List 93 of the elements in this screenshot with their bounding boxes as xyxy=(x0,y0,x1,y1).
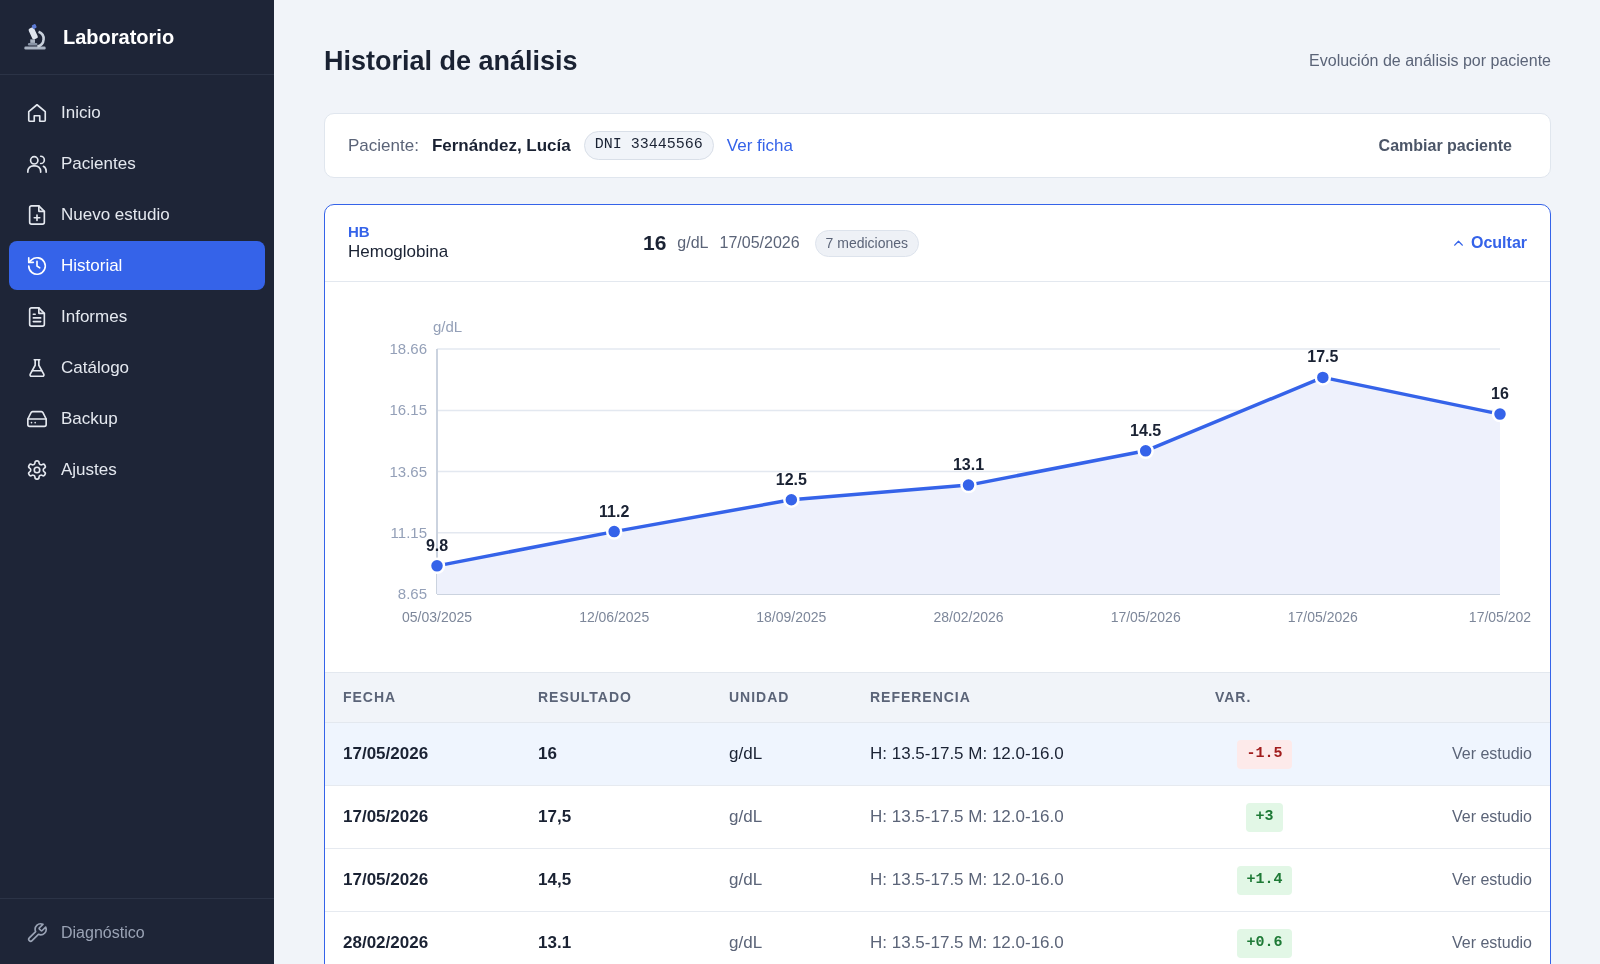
view-study-button[interactable]: Ver estudio xyxy=(1439,738,1532,770)
nav-item[interactable]: Pacientes xyxy=(9,139,265,188)
view-record-link[interactable]: Ver ficha xyxy=(726,132,793,159)
home-icon xyxy=(26,101,48,124)
table-cell: g/dL xyxy=(711,911,852,964)
axis-tick-label: 11.15 xyxy=(390,523,427,541)
axis-tick-label: 28/02/2026 xyxy=(933,609,1004,625)
analysis-code: HB xyxy=(348,223,370,241)
data-label: 14.5 xyxy=(1130,421,1162,439)
table-cell: H: 13.5-17.5 M: 12.0-16.0 xyxy=(852,911,1197,964)
change-badge: +1.4 xyxy=(1237,866,1292,895)
nav-item[interactable]: Inicio xyxy=(9,88,265,137)
nav-item[interactable]: Catálogo xyxy=(9,343,265,392)
data-label: 11.2 xyxy=(599,502,630,520)
latest-value: 16 xyxy=(643,230,667,257)
column-header: FECHA xyxy=(325,672,520,723)
microscope-icon xyxy=(23,24,47,50)
axis-tick-label: 18.66 xyxy=(389,340,427,357)
data-point xyxy=(1137,442,1154,460)
axis-label: g/dL xyxy=(433,318,463,335)
axis-tick-label: 13.65 xyxy=(389,462,427,480)
page-subtitle: Evolución de análisis por paciente xyxy=(1309,51,1551,71)
page-title: Historial de análisis xyxy=(324,45,578,78)
date-text: 17/05/2026 xyxy=(719,233,800,253)
table-cell: g/dL xyxy=(711,785,852,849)
data-point xyxy=(428,557,446,575)
table-cell: 16 xyxy=(520,722,711,786)
data-label: 16 xyxy=(1491,385,1509,403)
nav-item[interactable]: Backup xyxy=(9,394,265,443)
analysis-name: Hemoglobina xyxy=(348,241,449,263)
nav-item[interactable]: Nuevo estudio xyxy=(9,190,265,239)
patient-name: Fernández, Lucía xyxy=(431,134,571,157)
table-cell: 17/05/2026 xyxy=(325,785,520,849)
settings-icon xyxy=(26,458,48,481)
nav-item[interactable]: Historial xyxy=(9,241,265,290)
wrench-icon xyxy=(26,921,48,944)
nav-item[interactable]: Ajustes xyxy=(9,445,265,494)
change-badge: +3 xyxy=(1246,803,1283,832)
table-row[interactable]: 17/05/2026 16 g/dL H: 13.5-17.5 M: 12.0-16.0 -1.5 Ver estudio xyxy=(325,722,1550,786)
view-study-button[interactable]: Ver estudio xyxy=(1439,801,1532,833)
count-badge: 7 mediciones xyxy=(814,229,920,257)
view-study-button[interactable]: Ver estudio xyxy=(1439,864,1532,896)
table-row[interactable]: 17/05/2026 17,5 g/dL H: 13.5-17.5 M: 12.0-16.0 +3 Ver estudio xyxy=(325,785,1550,849)
axis-tick-label: 12/06/2025 xyxy=(579,609,650,625)
axis-tick-label: 17/05/2026 xyxy=(1287,609,1358,625)
nav-item[interactable]: Diagnóstico xyxy=(9,908,265,957)
column-header: RESULTADO xyxy=(520,672,711,723)
axis-tick-label: 8.65 xyxy=(397,585,427,602)
data-label: 9.8 xyxy=(425,536,449,554)
table-cell: H: 13.5-17.5 M: 12.0-16.0 xyxy=(852,785,1197,849)
axis-tick-label: 16.15 xyxy=(389,401,427,419)
field-label: Paciente: xyxy=(348,134,419,157)
axis-tick-label: 17/05/202 xyxy=(1468,609,1532,625)
users-icon xyxy=(26,152,48,175)
change-patient-button[interactable]: Cambiar paciente xyxy=(1362,127,1528,164)
table-cell: 17/05/2026 xyxy=(325,848,520,912)
table-cell: H: 13.5-17.5 M: 12.0-16.0 xyxy=(852,848,1197,912)
change-badge: -1.5 xyxy=(1237,740,1292,769)
table-row[interactable]: 17/05/2026 14,5 g/dL H: 13.5-17.5 M: 12.0-16.0 +1.4 Ver estudio xyxy=(325,848,1550,912)
data-point xyxy=(1314,369,1332,386)
id-badge: DNI 33445566 xyxy=(583,131,714,160)
table-cell: 17,5 xyxy=(520,785,711,849)
table-cell: 17/05/2026 xyxy=(325,722,520,786)
column-header: REFERENCIA xyxy=(852,672,1197,723)
change-badge: +0.6 xyxy=(1237,929,1292,958)
data-point xyxy=(960,476,977,494)
table-row[interactable]: 28/02/2026 13.1 g/dL H: 13.5-17.5 M: 12.0-16.0 +0.6 Ver estudio xyxy=(325,911,1550,964)
column-header: UNIDAD xyxy=(711,672,852,723)
document-icon xyxy=(26,305,48,328)
table-cell: 13.1 xyxy=(520,911,711,964)
table-cell: 28/02/2026 xyxy=(325,911,520,964)
axis-tick-label: 18/09/2025 xyxy=(756,609,827,625)
flask-icon xyxy=(26,356,48,379)
file-plus-icon xyxy=(26,203,48,226)
view-study-button[interactable]: Ver estudio xyxy=(1439,927,1532,959)
data-label: 12.5 xyxy=(775,470,807,488)
history-icon xyxy=(26,254,48,277)
unit-text: g/dL xyxy=(677,233,709,253)
data-point xyxy=(1491,405,1509,423)
collapse-button[interactable]: Ocultar xyxy=(1452,227,1527,259)
table-cell: H: 13.5-17.5 M: 12.0-16.0 xyxy=(852,722,1197,786)
table-cell: g/dL xyxy=(711,848,852,912)
axis-tick-label: 17/05/2026 xyxy=(1110,609,1181,625)
data-label: 17.5 xyxy=(1307,348,1339,366)
data-label: 13.1 xyxy=(952,456,985,474)
table-cell: g/dL xyxy=(711,722,852,786)
data-point xyxy=(605,523,623,540)
data-point xyxy=(783,491,800,508)
nav-item[interactable]: Informes xyxy=(9,292,265,341)
app-name: Laboratorio xyxy=(63,25,175,50)
axis-tick-label: 05/03/2025 xyxy=(401,609,473,625)
column-header: VAR. xyxy=(1197,672,1332,723)
table-cell: 14,5 xyxy=(520,848,711,912)
